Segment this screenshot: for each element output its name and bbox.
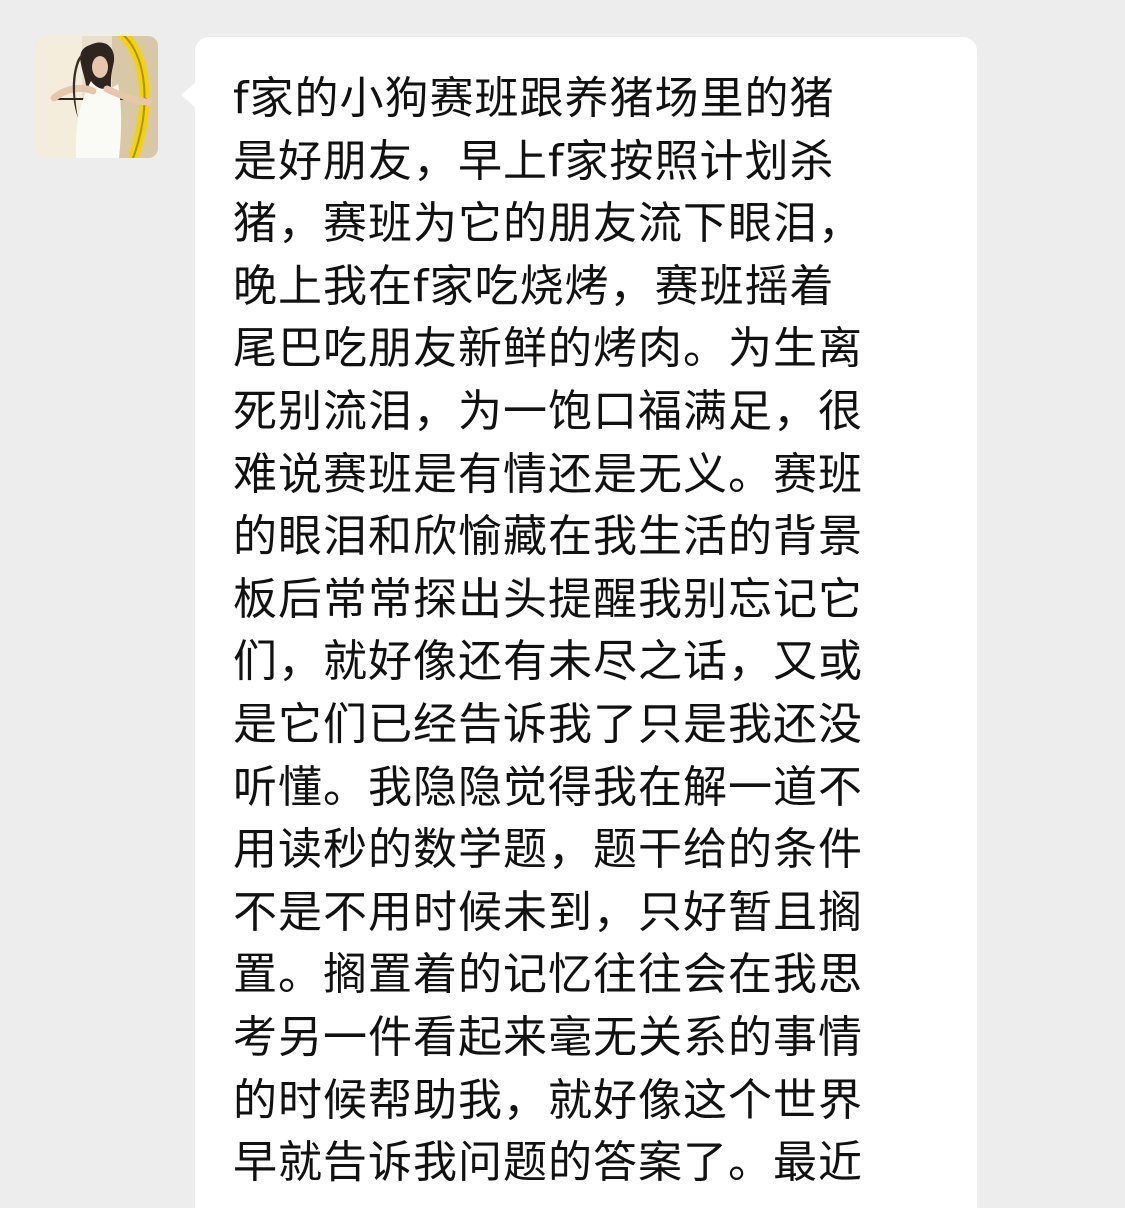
- message-bubble-tail: [181, 82, 196, 108]
- avatar[interactable]: [36, 36, 158, 158]
- message-line: 用读秒的数学题，题干给的条件: [233, 824, 863, 876]
- message-line: 早就告诉我问题的答案了。最近: [233, 1137, 863, 1189]
- message-line: 听懂。我隐隐觉得我在解一道不: [233, 761, 863, 813]
- message-line: 是好朋友，早上f家按照计划杀: [233, 135, 835, 187]
- message-line: 猪，赛班为它的朋友流下眼泪，: [233, 198, 863, 250]
- message-line: 板后常常探出头提醒我别忘记它: [233, 573, 863, 625]
- message-line: 死别流泪，为一饱口福满足，很: [233, 385, 863, 437]
- message-line: 晚上我在f家吃烧烤，赛班摇着: [233, 260, 835, 312]
- message-line: 尾巴吃朋友新鲜的烤肉。为生离: [233, 323, 863, 375]
- message-line: 考另一件看起来毫无关系的事情: [233, 1011, 863, 1063]
- chat-screen: f家的小狗赛班跟养猪场里的猪 是好朋友，早上f家按照计划杀 猪，赛班为它的朋友流…: [0, 0, 1125, 1208]
- message-line: 们，就好像还有未尽之话，又或: [233, 636, 863, 688]
- message-text[interactable]: f家的小狗赛班跟养猪场里的猪 是好朋友，早上f家按照计划杀 猪，赛班为它的朋友流…: [233, 68, 938, 1195]
- message-line: 的眼泪和欣愉藏在我生活的背景: [233, 511, 863, 563]
- profile-photo-archer-icon: [36, 36, 158, 158]
- message-line: 不是不用时候未到，只好暂且搁: [233, 886, 863, 938]
- incoming-message-row: f家的小狗赛班跟养猪场里的猪 是好朋友，早上f家按照计划杀 猪，赛班为它的朋友流…: [0, 0, 1125, 1208]
- message-line: 的时候帮助我，就好像这个世界: [233, 1074, 863, 1126]
- message-line: f家的小狗赛班跟养猪场里的猪: [233, 73, 835, 124]
- message-line: 难说赛班是有情还是无义。赛班: [233, 448, 863, 500]
- message-line: 置。搁置着的记忆往往会在我思: [233, 949, 863, 1001]
- message-line: 是它们已经告诉我了只是我还没: [233, 698, 863, 750]
